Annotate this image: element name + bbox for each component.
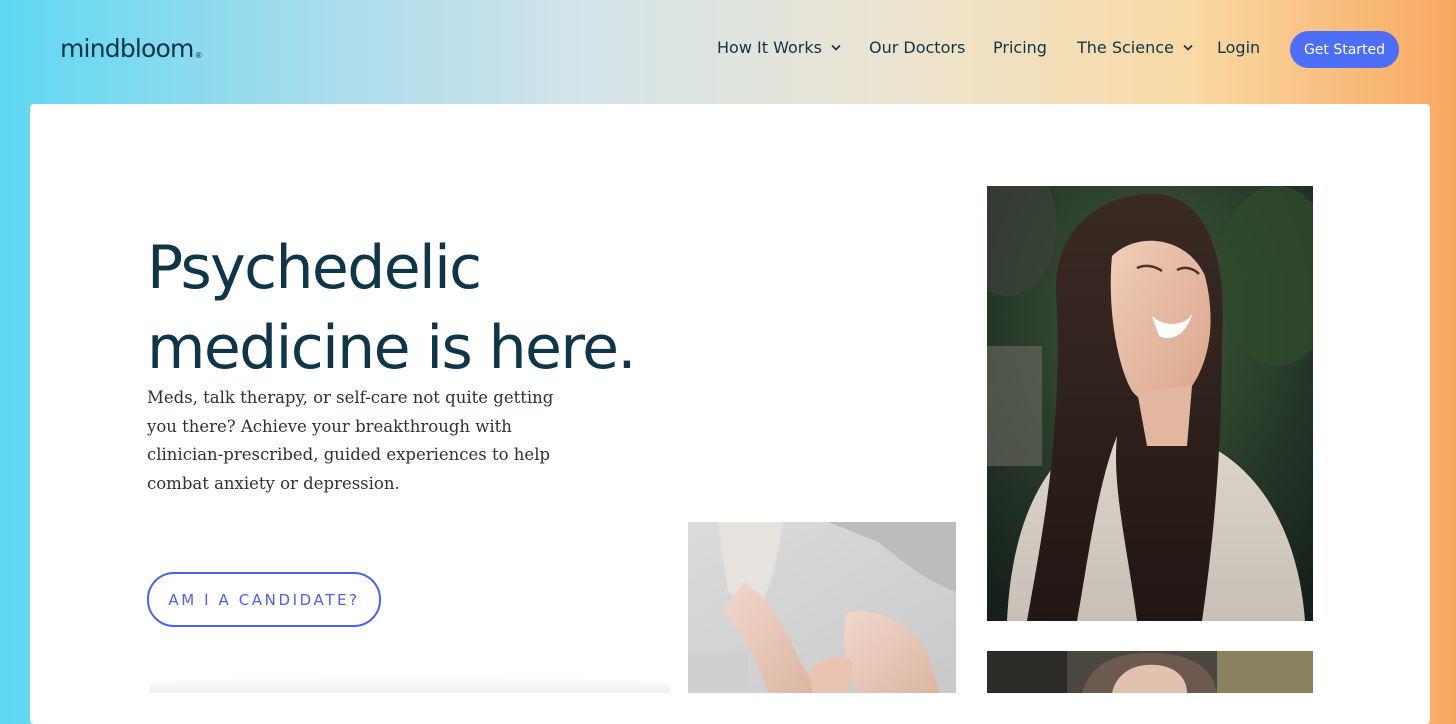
chevron-down-icon: [831, 44, 841, 51]
headline-line: medicine is here.: [147, 313, 636, 383]
get-started-button[interactable]: Get Started: [1290, 31, 1399, 68]
smiling-woman-photo: [987, 186, 1313, 621]
nav-item-pricing[interactable]: Pricing: [993, 38, 1047, 57]
chevron-down-icon: [1183, 44, 1193, 51]
nav-item-the-science[interactable]: The Science: [1077, 38, 1193, 57]
nav-item-our-doctors[interactable]: Our Doctors: [869, 38, 965, 57]
main-nav: How It Works Our Doctors Pricing The Sci…: [0, 38, 1456, 62]
headline-line: Psychedelic: [147, 233, 482, 303]
nav-item-label: The Science: [1077, 38, 1174, 57]
nav-item-label: Login: [1217, 38, 1261, 57]
nav-item-label: How It Works: [717, 38, 822, 57]
hero-subtext: Meds, talk therapy, or self-care not qui…: [147, 388, 554, 493]
woman-partial-photo: [987, 651, 1313, 693]
nav-item-label: Our Doctors: [869, 38, 966, 57]
am-i-a-candidate-button[interactable]: AM I A CANDIDATE?: [147, 572, 381, 627]
section-shadow: [150, 676, 670, 693]
nav-item-label: Pricing: [993, 38, 1047, 57]
hero-headline: Psychedelic medicine is here.: [147, 228, 636, 388]
hands-closeup-photo: [688, 522, 956, 693]
nav-item-how-it-works[interactable]: How It Works: [717, 38, 841, 57]
nav-item-login[interactable]: Login: [1217, 38, 1260, 57]
